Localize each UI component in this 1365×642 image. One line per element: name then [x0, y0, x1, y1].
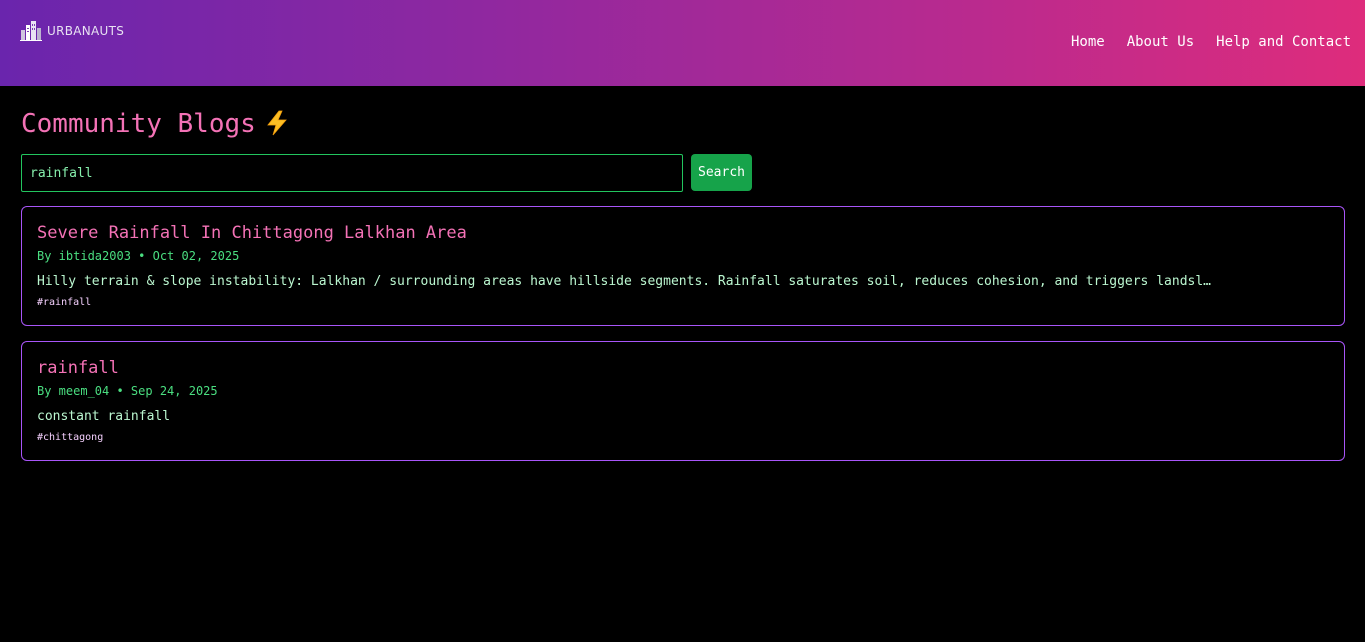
post-excerpt: Hilly terrain & slope instability: Lalkh…	[37, 274, 1211, 289]
nav-home[interactable]: Home	[1071, 33, 1105, 51]
post-title[interactable]: rainfall	[37, 357, 119, 379]
main-nav: Home About Us Help and Contact	[1071, 33, 1351, 51]
top-header: URBANAUTS Home About Us Help and Contact	[0, 0, 1365, 86]
post-tag[interactable]: #rainfall	[37, 296, 91, 310]
lightning-bolt-icon	[266, 110, 287, 136]
blog-post-card[interactable]: rainfall By meem_04 • Sep 24, 2025 const…	[21, 341, 1345, 461]
page-title-text: Community Blogs	[21, 109, 256, 139]
post-title[interactable]: Severe Rainfall In Chittagong Lalkhan Ar…	[37, 222, 467, 244]
city-buildings-icon	[20, 21, 42, 41]
brand-name: URBANAUTS	[47, 24, 125, 38]
search-input[interactable]	[21, 154, 683, 192]
nav-about-us[interactable]: About Us	[1127, 33, 1194, 51]
post-meta: By ibtida2003 • Oct 02, 2025	[37, 249, 240, 263]
search-bar: Search	[21, 154, 752, 192]
blog-post-card[interactable]: Severe Rainfall In Chittagong Lalkhan Ar…	[21, 206, 1345, 326]
nav-help-and-contact[interactable]: Help and Contact	[1216, 33, 1351, 51]
post-excerpt: constant rainfall	[37, 409, 171, 424]
post-tag[interactable]: #chittagong	[37, 431, 103, 445]
brand-logo[interactable]: URBANAUTS	[20, 21, 124, 41]
page-title: Community Blogs	[21, 108, 290, 140]
search-button[interactable]: Search	[691, 154, 752, 191]
post-meta: By meem_04 • Sep 24, 2025	[37, 384, 218, 398]
